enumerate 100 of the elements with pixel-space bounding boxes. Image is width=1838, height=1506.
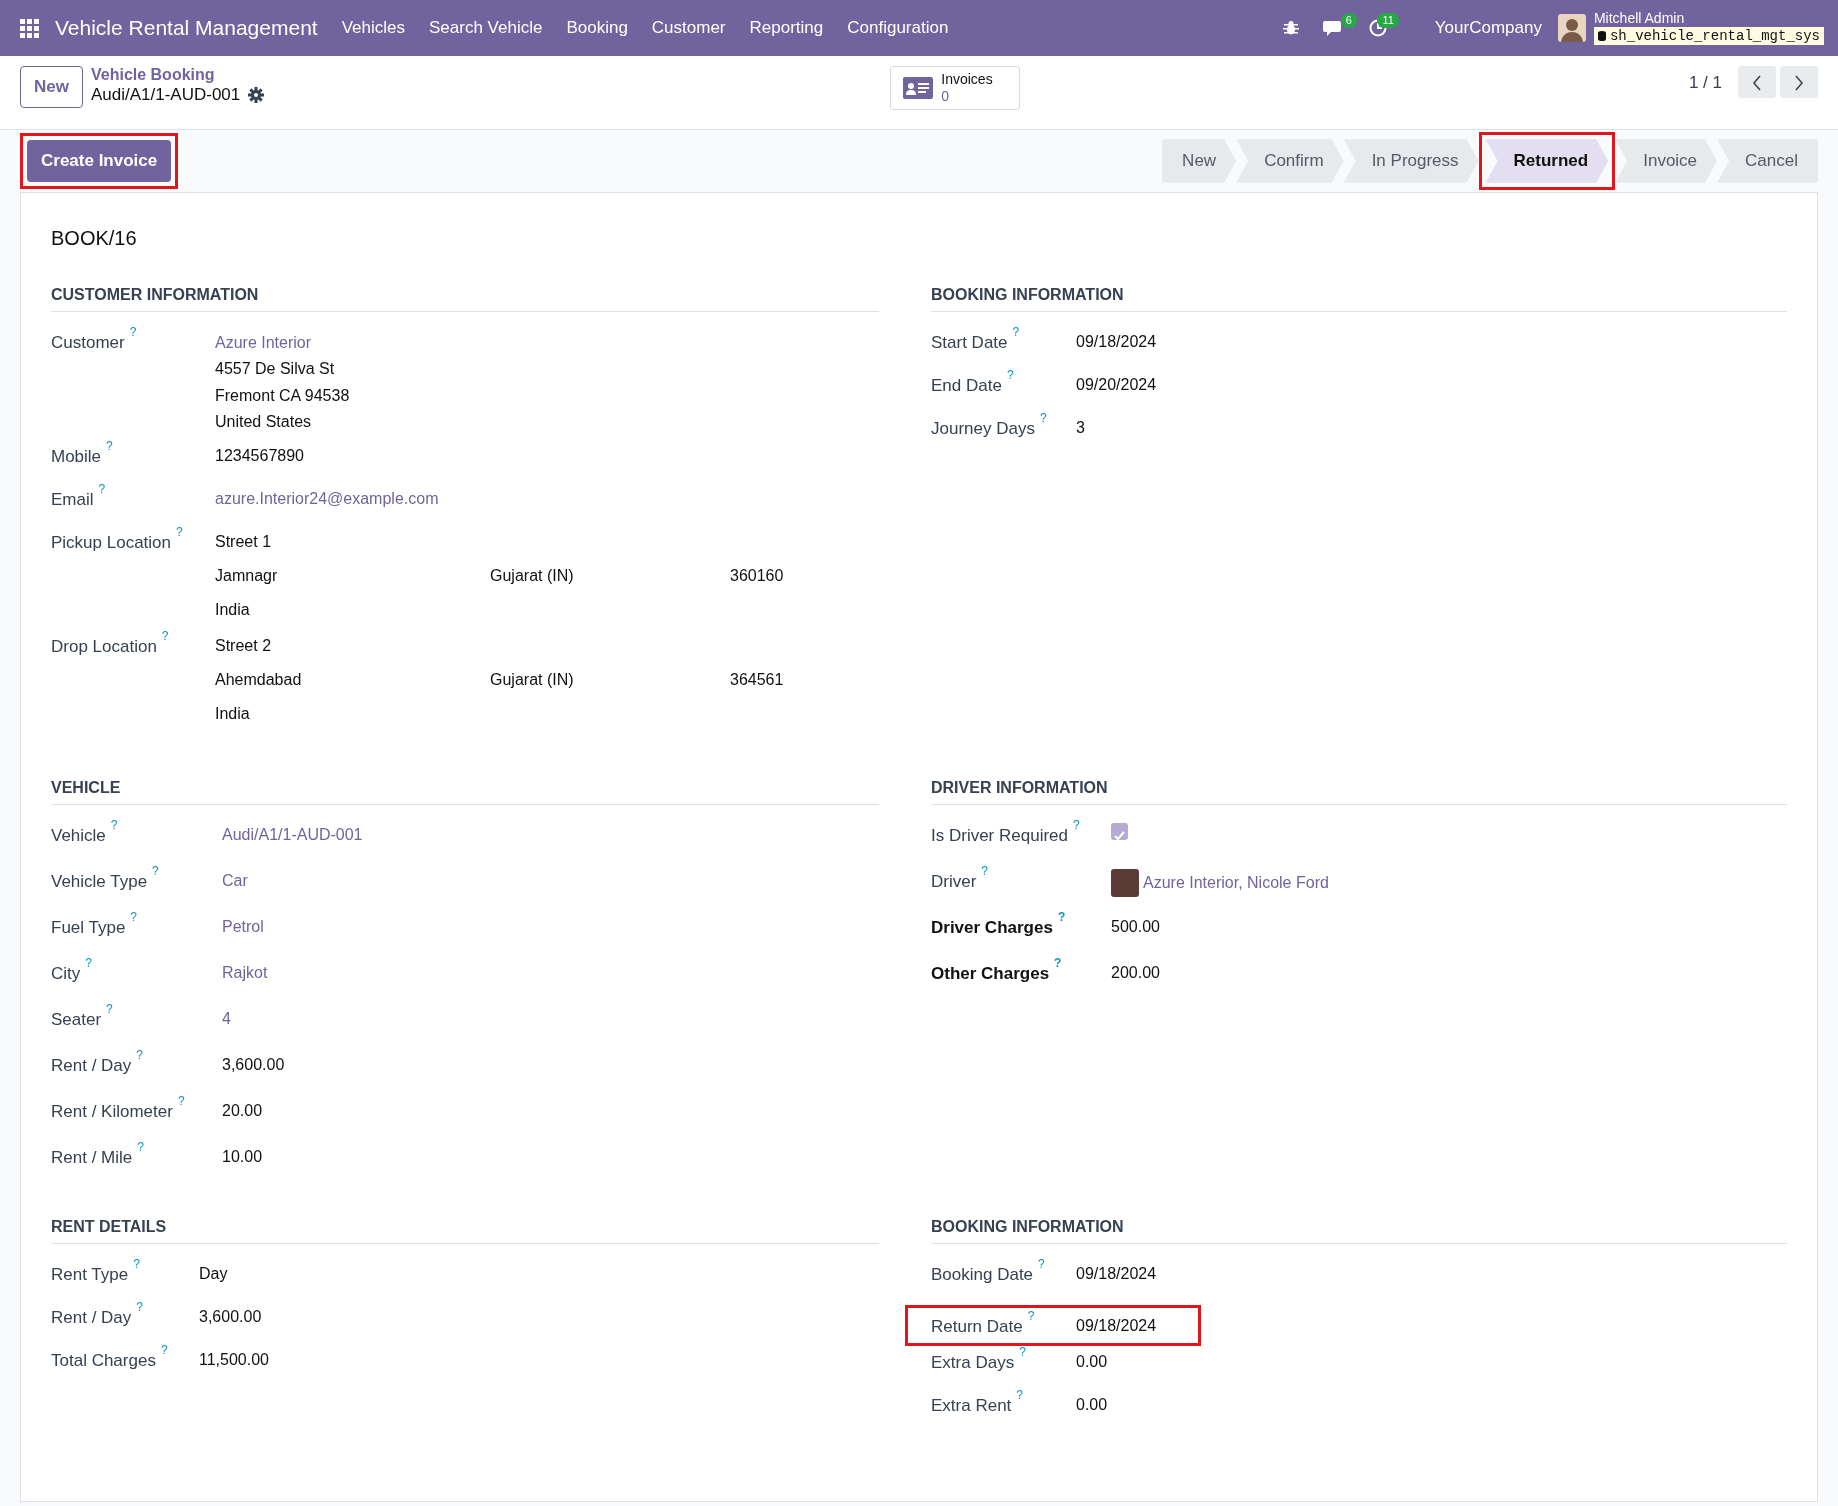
help-mark[interactable]: ? bbox=[130, 909, 138, 924]
address-line: 4557 De Silva St bbox=[215, 359, 336, 380]
field-label: Pickup Location bbox=[51, 532, 172, 552]
field-value: 09/18/2024 bbox=[1076, 1316, 1157, 1334]
field-label: Customer bbox=[51, 333, 125, 352]
menu-item[interactable]: Configuration bbox=[847, 15, 949, 41]
field-label: City bbox=[51, 963, 81, 983]
field-label: Extra Days bbox=[931, 1353, 1015, 1373]
help-mark[interactable]: ? bbox=[176, 524, 183, 539]
create-invoice-button[interactable]: Create Invoice bbox=[27, 140, 172, 182]
help-mark[interactable]: ? bbox=[110, 817, 118, 832]
street-value: Street 2 bbox=[215, 635, 273, 656]
avatar-icon[interactable] bbox=[1557, 14, 1586, 42]
help-mark[interactable]: ? bbox=[1012, 325, 1020, 339]
state-value: Gujarat (IN) bbox=[490, 565, 575, 586]
field-value: Day bbox=[199, 1264, 228, 1282]
field-link[interactable]: Car bbox=[222, 871, 248, 889]
help-mark[interactable]: ? bbox=[136, 1299, 143, 1314]
help-mark[interactable]: ? bbox=[106, 1001, 113, 1016]
help-mark[interactable]: ? bbox=[1027, 1308, 1035, 1323]
help-mark[interactable]: ? bbox=[133, 1256, 140, 1271]
field-label: Driver bbox=[931, 871, 977, 891]
record-title: BOOK/16 bbox=[51, 226, 138, 251]
field-link[interactable]: Azure Interior, Nicole Ford bbox=[1143, 870, 1329, 895]
street-value: Street 1 bbox=[215, 531, 273, 552]
state-value: Gujarat (IN) bbox=[490, 669, 575, 690]
help-mark[interactable]: ? bbox=[129, 325, 137, 339]
help-mark[interactable]: ? bbox=[98, 481, 106, 496]
help-mark[interactable]: ? bbox=[85, 955, 92, 970]
field-link[interactable]: Petrol bbox=[222, 917, 264, 935]
menu-item[interactable]: Vehicles bbox=[341, 15, 405, 41]
field-value: 3 bbox=[1076, 419, 1085, 436]
menu-item[interactable]: Search Vehicle bbox=[429, 15, 543, 41]
field-label: Journey Days bbox=[931, 419, 1035, 438]
field-label: Rent / Day bbox=[51, 1055, 132, 1075]
help-mark[interactable]: ? bbox=[1019, 1345, 1026, 1360]
user-name[interactable]: Mitchell Admin bbox=[1593, 11, 1824, 27]
help-mark[interactable]: ? bbox=[1054, 955, 1062, 970]
address-line: United States bbox=[215, 412, 313, 433]
field-value: 1234567890 bbox=[215, 446, 304, 464]
invoices-smart-button[interactable]: Invoices 0 bbox=[890, 66, 1020, 110]
menu-item[interactable]: Customer bbox=[651, 15, 726, 41]
field-value: 20.00 bbox=[222, 1101, 263, 1119]
help-mark[interactable]: ? bbox=[160, 1342, 168, 1357]
chevron-right-icon bbox=[1794, 74, 1804, 91]
zip-value: 364561 bbox=[730, 669, 785, 690]
address-line: Fremont CA 94538 bbox=[215, 385, 351, 406]
help-mark[interactable]: ? bbox=[136, 1047, 143, 1062]
status-stage[interactable]: Invoice bbox=[1615, 139, 1718, 183]
gear-icon[interactable] bbox=[248, 86, 265, 103]
apps-menu-icon[interactable] bbox=[20, 18, 39, 38]
help-mark[interactable]: ? bbox=[152, 863, 159, 878]
field-link[interactable]: Audi/A1/1-AUD-001 bbox=[222, 825, 363, 843]
checkbox[interactable] bbox=[1111, 822, 1128, 840]
help-mark[interactable]: ? bbox=[177, 1093, 185, 1108]
help-mark[interactable]: ? bbox=[1016, 1388, 1023, 1403]
status-stage[interactable]: New bbox=[1162, 139, 1237, 183]
status-stage[interactable]: Cancel bbox=[1717, 139, 1818, 183]
help-mark[interactable]: ? bbox=[1006, 368, 1014, 382]
next-button[interactable] bbox=[1780, 66, 1818, 98]
field-label: Booking Date bbox=[931, 1264, 1034, 1284]
field-value: 0.00 bbox=[1076, 1353, 1108, 1371]
field-link[interactable]: azure.Interior24@example.com bbox=[215, 489, 439, 507]
section-heading: DRIVER INFORMATION bbox=[931, 775, 1787, 805]
help-mark[interactable]: ? bbox=[1057, 909, 1066, 924]
section-heading: BOOKING INFORMATION bbox=[931, 1214, 1787, 1244]
new-button[interactable]: New bbox=[20, 66, 83, 108]
bug-icon[interactable] bbox=[1282, 20, 1299, 36]
status-stage[interactable]: Returned bbox=[1485, 139, 1609, 183]
help-mark[interactable]: ? bbox=[161, 628, 169, 643]
help-mark[interactable]: ? bbox=[137, 1139, 144, 1154]
activity-count-badge: 11 bbox=[1377, 13, 1399, 29]
field-label: Rent Type bbox=[51, 1264, 129, 1284]
help-mark[interactable]: ? bbox=[106, 438, 113, 453]
field-link[interactable]: 4 bbox=[222, 1009, 231, 1027]
help-mark[interactable]: ? bbox=[981, 863, 989, 878]
database-icon bbox=[1597, 30, 1606, 41]
company-name[interactable]: YourCompany bbox=[1434, 15, 1542, 41]
app-title: Vehicle Rental Management bbox=[55, 15, 318, 42]
help-mark[interactable]: ? bbox=[1038, 1256, 1045, 1271]
field-label: Driver Charges bbox=[931, 917, 1053, 937]
field-label: Fuel Type bbox=[51, 917, 126, 937]
zip-value: 360160 bbox=[730, 565, 785, 586]
menu-item[interactable]: Booking bbox=[566, 15, 628, 41]
field-link[interactable]: Rajkot bbox=[222, 963, 268, 981]
field-label: End Date bbox=[931, 376, 1002, 395]
menu-item[interactable]: Reporting bbox=[749, 15, 824, 41]
help-mark[interactable]: ? bbox=[1073, 817, 1080, 832]
country-value: India bbox=[215, 599, 251, 620]
status-stage[interactable]: Confirm bbox=[1236, 139, 1344, 183]
help-mark[interactable]: ? bbox=[1039, 411, 1047, 425]
field-label: Rent / Kilometer bbox=[51, 1101, 173, 1121]
customer-link[interactable]: Azure Interior bbox=[215, 330, 879, 357]
photo-placeholder bbox=[1111, 868, 1139, 897]
previous-button[interactable] bbox=[1738, 66, 1776, 98]
field-label: Rent / Day bbox=[51, 1307, 132, 1327]
field-label: Total Charges bbox=[51, 1350, 156, 1370]
status-stage[interactable]: In Progress bbox=[1343, 139, 1479, 183]
breadcrumb-link[interactable]: Vehicle Booking bbox=[90, 66, 265, 84]
field-label: Mobile bbox=[51, 446, 102, 466]
